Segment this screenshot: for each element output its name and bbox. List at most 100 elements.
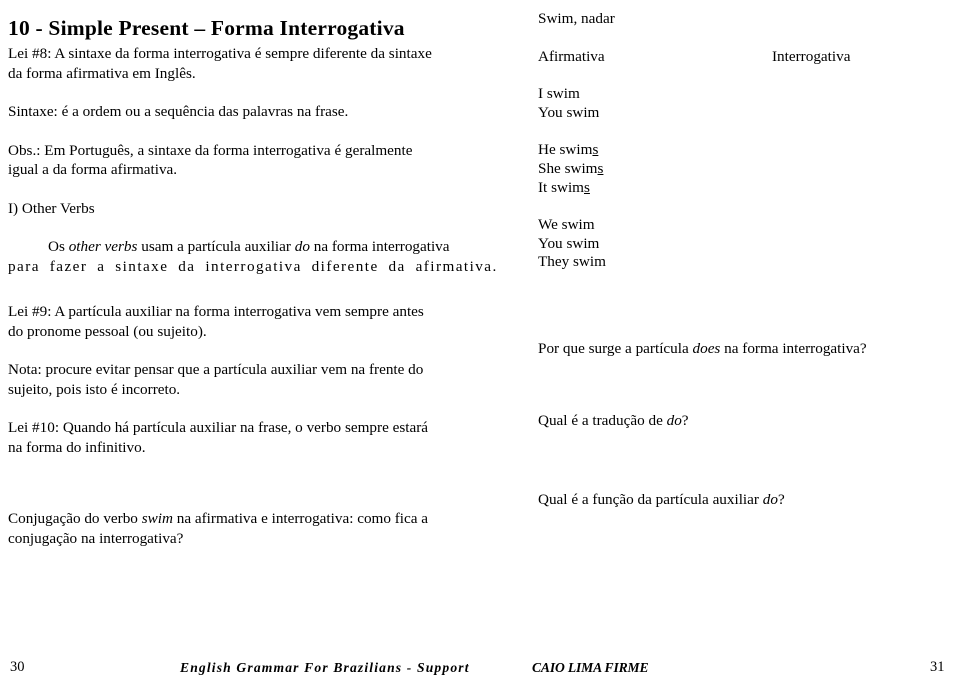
conj-subject: We (538, 216, 558, 234)
conj-suffix-underlined: s (592, 141, 599, 159)
observation-line-2: igual a da forma afirmativa. (8, 161, 178, 178)
other-verbs-line-1: Os other verbs usam a partícula auxiliar… (8, 237, 460, 257)
section-heading-other-verbs: I) Other Verbs (8, 199, 460, 219)
conj-subject: He (538, 141, 556, 159)
law-10-line-1: Lei #10: Quando há partícula auxiliar na… (8, 419, 429, 436)
conjugation-line: She swims (538, 160, 952, 179)
syntax-definition-paragraph: Sintaxe: é a ordem ou a sequência das pa… (8, 102, 460, 122)
conjugation-line: We swim (538, 216, 952, 235)
footer-book-title: English Grammar For Brazilians - Support (180, 660, 470, 675)
conjugation-line: I swim (538, 85, 952, 104)
conj-subject: I (538, 85, 544, 103)
other-verbs-text-pre: Os (48, 238, 69, 255)
conjugation-prompt-line-2: conjugação na interrogativa? (8, 529, 184, 547)
observation-paragraph: Obs.: Em Português, a sintaxe da forma i… (8, 141, 460, 180)
conjugation-group-plural: We swim You swim They swim (538, 216, 952, 272)
law-9-paragraph: Lei #9: A partícula auxiliar na forma in… (8, 302, 460, 341)
law-9-line-2: do pronome pessoal (ou sujeito). (8, 322, 207, 340)
page-footer: 30 English Grammar For Brazilians - Supp… (0, 659, 959, 677)
conjugation-column-headers: Afirmativa Interrogativa (538, 48, 952, 67)
verb-gloss: Swim, nadar (538, 10, 615, 27)
conj-verb: swim (551, 178, 584, 196)
law-9-line-1: Lei #9: A partícula auxiliar na forma in… (8, 303, 424, 320)
question-1-italic-does: does (692, 339, 721, 357)
other-verbs-text-post: na forma interrogativa (309, 238, 450, 255)
conjugation-line: They swim (538, 253, 952, 272)
other-verbs-italic-do: do (294, 238, 310, 255)
conj-suffix-underlined: s (597, 159, 604, 177)
conj-subject: They (538, 253, 570, 271)
question-3-pre: Qual é a função da partícula auxiliar (538, 491, 763, 509)
conjugation-line: It swims (538, 179, 952, 198)
question-2-post: ? (681, 411, 689, 429)
note-line-1: Nota: procure evitar pensar que a partíc… (8, 361, 424, 378)
question-3-post: ? (777, 491, 785, 509)
header-affirmative: Afirmativa (538, 47, 605, 65)
conj-subject: She (538, 159, 561, 177)
conjugation-line: You swim (538, 235, 952, 254)
conj-verb: swim (566, 234, 600, 252)
page-title: 10 - Simple Present – Forma Interrogativ… (8, 16, 405, 41)
conjugation-prompt-post: na afirmativa e interrogativa: como fica… (172, 510, 429, 527)
other-verbs-text-mid: usam a partícula auxiliar (137, 238, 295, 255)
conjugation-group-singular-1-2: I swim You swim (538, 85, 952, 122)
page-number-right: 31 (930, 659, 945, 675)
conjugation-prompt-paragraph: Conjugação do verbo swim na afirmativa e… (8, 509, 460, 548)
conj-suffix-underlined: s (584, 178, 590, 196)
conjugation-prompt-line-1: Conjugação do verbo swim na afirmativa e… (8, 509, 460, 529)
page-number-left: 30 (10, 659, 25, 675)
question-2-pre: Qual é a tradução de (538, 411, 667, 429)
conjugation-prompt-italic-verb: swim (141, 510, 173, 527)
conjugation-line: You swim (538, 104, 952, 123)
conjugation-group-third-person: He swims She swims It swims (538, 141, 952, 197)
law-8-line-2: da forma afirmativa em Inglês. (8, 64, 196, 82)
conjugation-prompt-pre: Conjugação do verbo (8, 510, 142, 527)
question-3-italic-do: do (762, 491, 778, 509)
section-heading-label: I) Other Verbs (8, 199, 95, 217)
conj-verb: swim (566, 103, 600, 121)
observation-line-1: Obs.: Em Português, a sintaxe da forma i… (8, 141, 413, 159)
question-why-does: Por que surge a partícula does na forma … (538, 340, 952, 359)
conj-verb: swim (564, 159, 598, 177)
conj-verb: swim (561, 216, 595, 234)
conj-verb: swim (573, 253, 606, 271)
document-page: 10 - Simple Present – Forma Interrogativ… (0, 0, 959, 677)
right-column: Swim, nadar Afirmativa Interrogativa I s… (538, 10, 952, 510)
syntax-definition-line: Sintaxe: é a ordem ou a sequência das pa… (8, 103, 349, 120)
conjugation-line: He swims (538, 141, 952, 160)
note-paragraph: Nota: procure evitar pensar que a partíc… (8, 360, 460, 399)
law-8-paragraph: Lei #8: A sintaxe da forma interrogativa… (8, 44, 460, 83)
conj-subject: You (538, 234, 563, 252)
law-8-line-1: Lei #8: A sintaxe da forma interrogativa… (8, 45, 432, 62)
other-verbs-line-2: para fazer a sintaxe da interrogativa di… (8, 257, 498, 275)
other-verbs-paragraph: Os other verbs usam a partícula auxiliar… (8, 237, 498, 276)
note-line-2: sujeito, pois isto é incorreto. (8, 380, 181, 398)
question-function-of-do: Qual é a função da partícula auxiliar do… (538, 491, 952, 510)
question-1-pre: Por que surge a partícula (538, 339, 693, 357)
law-10-line-2: na forma do infinitivo. (8, 438, 146, 456)
footer-author: CAIO LIMA FIRME (532, 660, 649, 675)
conj-verb: swim (546, 85, 580, 103)
law-10-paragraph: Lei #10: Quando há partícula auxiliar na… (8, 418, 460, 457)
other-verbs-italic-term: other verbs (68, 238, 138, 255)
header-interrogative: Interrogativa (772, 47, 851, 65)
conj-verb: swim (559, 141, 593, 159)
question-2-italic-do: do (666, 411, 682, 429)
conj-subject: It (538, 178, 548, 196)
question-1-post: na forma interrogativa? (720, 339, 867, 357)
